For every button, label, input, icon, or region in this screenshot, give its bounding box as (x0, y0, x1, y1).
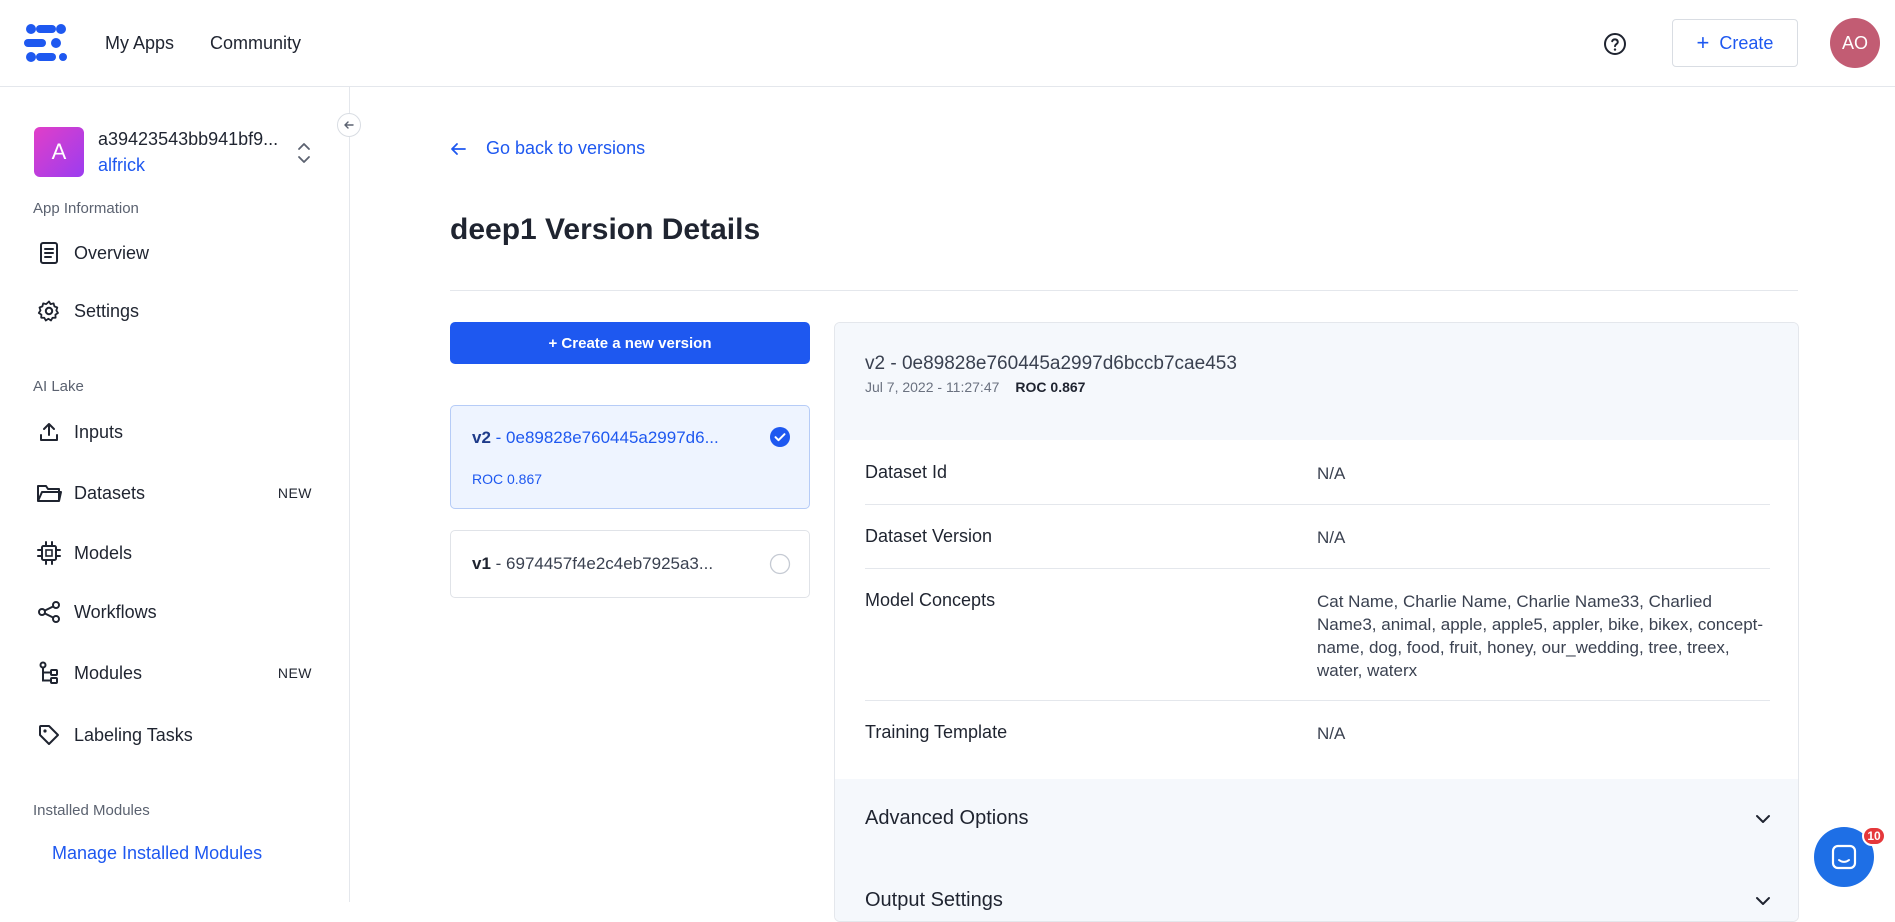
back-to-versions-link[interactable]: Go back to versions (450, 138, 645, 159)
version-tag: v1 (472, 554, 491, 573)
sidebar-item-label: Labeling Tasks (74, 724, 193, 745)
sidebar-item-label: Datasets (74, 482, 146, 503)
section-ai-lake: AI Lake (33, 378, 84, 395)
version-title: v1 - 6974457f4e2c4eb7925a3... (472, 554, 713, 574)
version-id: - 6974457f4e2c4eb7925a3... (490, 554, 714, 573)
tag-icon (36, 722, 62, 748)
sidebar-item-datasets[interactable]: Datasets NEW (36, 473, 326, 513)
sidebar-item-models[interactable]: Models (36, 533, 326, 573)
document-icon (36, 240, 62, 266)
collapse-sidebar-button[interactable] (337, 113, 361, 137)
version-tag: v2 (472, 428, 491, 447)
accordion-output-settings[interactable]: Output Settings (835, 861, 1798, 921)
detail-value: N/A (1317, 464, 1346, 483)
detail-header: v2 - 0e89828e760445a2997d6bccb7cae453 Ju… (835, 323, 1798, 440)
version-card-v2[interactable]: v2 - 0e89828e760445a2997d6... ROC 0.867 (450, 405, 810, 509)
notification-badge: 10 (1862, 826, 1886, 846)
detail-key: Training Template (865, 722, 1008, 742)
detail-roc: ROC 0.867 (1015, 379, 1086, 395)
sidebar-item-label: Inputs (74, 421, 124, 442)
version-title: v2 - 0e89828e760445a2997d6... (472, 428, 719, 448)
sidebar-item-label: Overview (74, 242, 150, 263)
create-button-label: Create (1719, 32, 1774, 53)
chevron-down-icon (1756, 815, 1770, 823)
nav-community[interactable]: Community (210, 33, 301, 54)
detail-row-dataset-id: Dataset Id N/A (865, 440, 1770, 505)
detail-date: Jul 7, 2022 - 11:27:47 (865, 379, 1000, 395)
arrow-left-icon (451, 142, 466, 155)
detail-value: N/A (1317, 724, 1346, 743)
accordion-advanced-options[interactable]: Advanced Options (835, 779, 1798, 861)
detail-value: N/A (1317, 528, 1346, 547)
clarifai-logo-icon[interactable] (22, 22, 70, 64)
create-new-version-button[interactable]: + Create a new version (450, 322, 810, 364)
sidebar-item-label: Modules (74, 662, 143, 683)
sidebar-item-overview[interactable]: Overview (36, 233, 326, 273)
version-roc: ROC 0.867 (472, 471, 543, 487)
section-installed-modules: Installed Modules (33, 802, 150, 819)
nav-my-apps[interactable]: My Apps (105, 33, 174, 54)
sidebar-item-label: Workflows (74, 601, 157, 622)
sidebar-item-label: Models (74, 542, 133, 563)
folder-icon (36, 480, 62, 506)
app-avatar: A (34, 127, 84, 177)
top-bar: My Apps Community + Create AO (0, 0, 1895, 87)
version-id: - 0e89828e760445a2997d6... (490, 428, 719, 447)
share-icon (36, 599, 62, 625)
user-avatar[interactable]: AO (1830, 18, 1880, 68)
chat-icon (1831, 844, 1857, 870)
chevron-up-down-icon[interactable] (295, 140, 313, 166)
version-detail-panel: v2 - 0e89828e760445a2997d6bccb7cae453 Ju… (834, 322, 1799, 922)
app-owner-link[interactable]: alfrick (98, 155, 145, 176)
new-badge: NEW (277, 485, 312, 501)
chevron-down-icon (1756, 897, 1770, 905)
sidebar-item-label: Settings (74, 300, 140, 321)
sidebar-item-labeling-tasks[interactable]: Labeling Tasks (36, 715, 326, 755)
flow-icon (36, 660, 62, 686)
back-link-label: Go back to versions (486, 138, 646, 158)
detail-meta: Jul 7, 2022 - 11:27:47 ROC 0.867 (865, 379, 1085, 395)
help-icon[interactable] (1603, 32, 1627, 56)
detail-key: Dataset Version (865, 526, 993, 546)
upload-icon (36, 419, 62, 445)
page-title: deep1 Version Details (450, 213, 761, 246)
manage-installed-modules-link[interactable]: Manage Installed Modules (52, 843, 262, 864)
plus-icon: + (1696, 30, 1710, 55)
detail-title: v2 - 0e89828e760445a2997d6bccb7cae453 (865, 353, 1237, 374)
accordion-title: Advanced Options (865, 807, 1029, 829)
radio-empty-icon[interactable] (769, 553, 791, 575)
sidebar-item-workflows[interactable]: Workflows (36, 592, 326, 632)
version-card-v1[interactable]: v1 - 6974457f4e2c4eb7925a3... (450, 530, 810, 598)
section-app-information: App Information (33, 200, 139, 217)
accordion-title: Output Settings (865, 889, 1003, 911)
check-circle-icon[interactable] (769, 426, 791, 448)
divider (450, 290, 1798, 291)
sidebar-item-settings[interactable]: Settings (36, 291, 326, 331)
detail-key: Model Concepts (865, 590, 996, 610)
detail-row-model-concepts: Model Concepts Cat Name, Charlie Name, C… (865, 568, 1770, 701)
detail-row-dataset-version: Dataset Version N/A (865, 504, 1770, 569)
app-name: a39423543bb941bf9... (98, 129, 279, 149)
create-button[interactable]: + Create (1672, 19, 1798, 67)
sidebar-item-modules[interactable]: Modules NEW (36, 653, 326, 693)
gear-icon (36, 298, 62, 324)
new-badge: NEW (277, 665, 312, 681)
chip-icon (36, 540, 62, 566)
detail-row-training-template: Training Template N/A (865, 700, 1770, 773)
arrow-left-icon (344, 121, 354, 129)
sidebar-item-inputs[interactable]: Inputs (36, 412, 326, 452)
detail-value: Cat Name, Charlie Name, Charlie Name33, … (1317, 592, 1764, 680)
detail-key: Dataset Id (865, 462, 948, 482)
